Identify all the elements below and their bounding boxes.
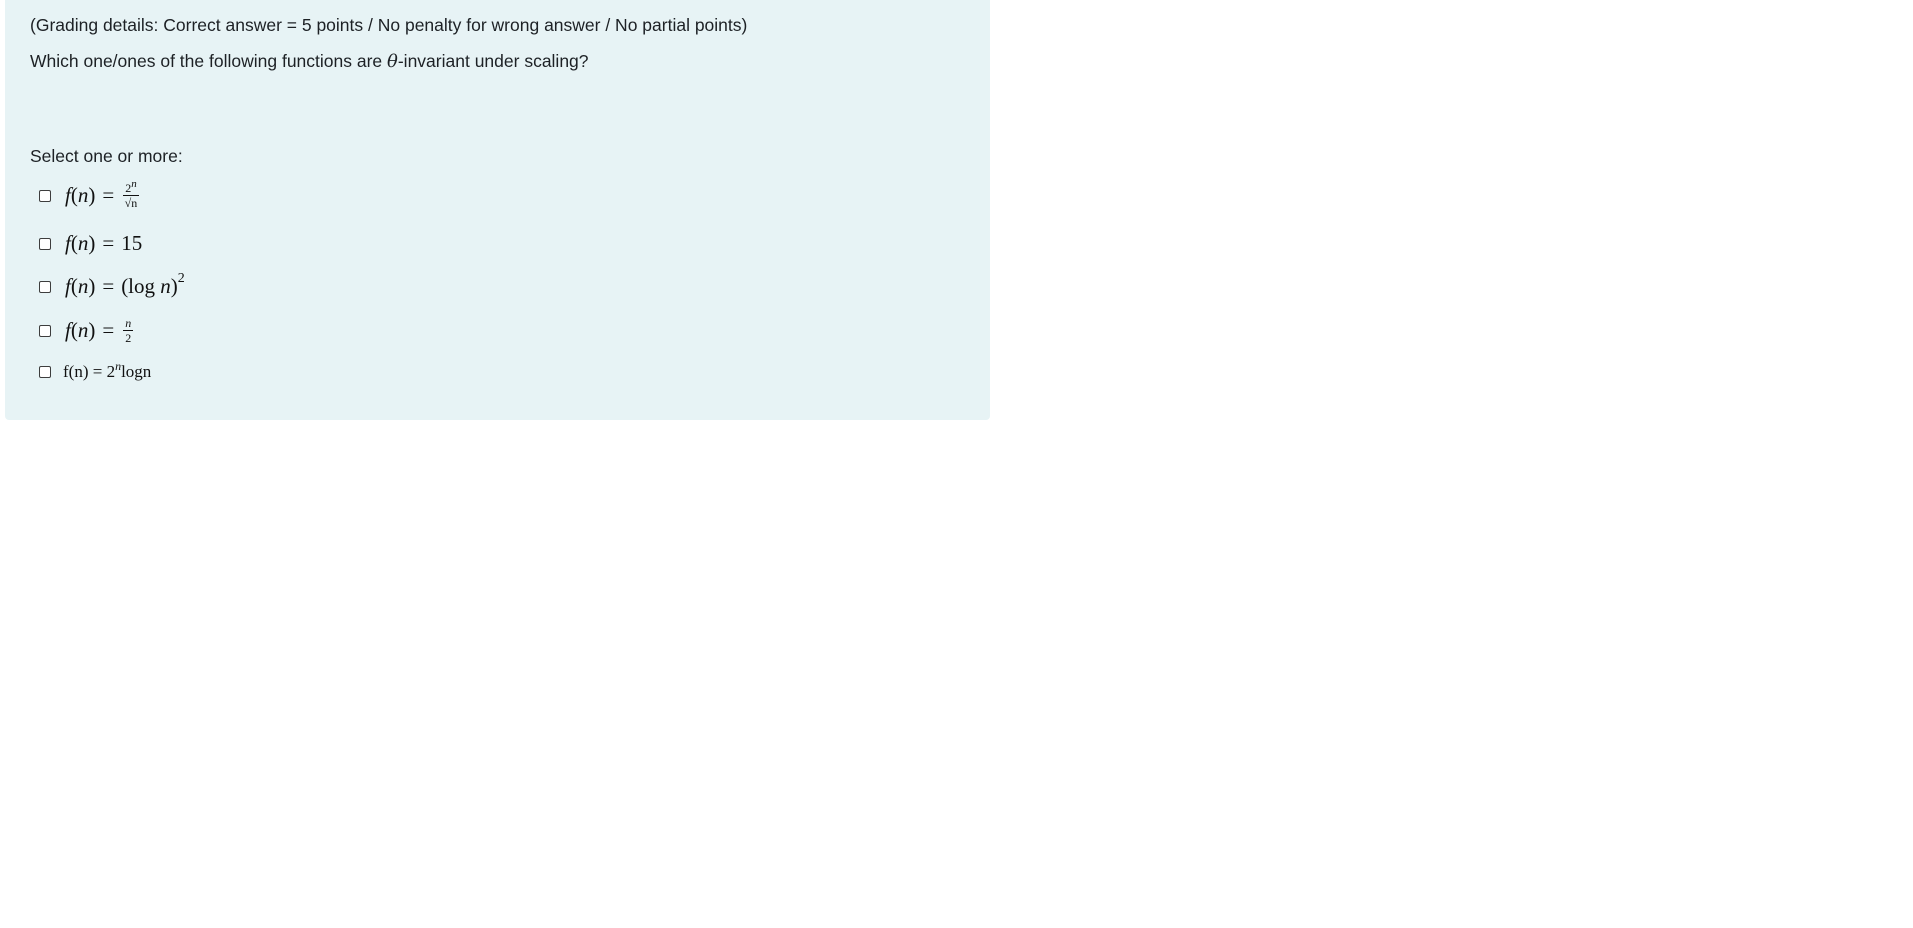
option-5-rest: logn [121,362,152,381]
option-3-exp: 2 [177,270,185,286]
option-3-arg: n [77,274,89,298]
option-1-den: √n [124,196,138,210]
option-5-exp: n [115,359,122,373]
option-3-close: ) [170,274,178,298]
option-3-fn: f [65,274,71,298]
option-2-fn: f [65,231,71,255]
checkbox-icon[interactable] [39,280,51,293]
option-5-lead: f(n) = 2 [63,362,116,381]
option-1[interactable]: f(n) = 2n √n [39,178,139,210]
option-4-den: 2 [125,331,132,345]
option-4[interactable]: f(n) = n 2 [39,316,134,345]
question-text-before: Which one/ones of the following function… [30,51,388,71]
option-1-formula: f(n) = 2n √n [65,178,139,210]
option-4-num: n [123,316,134,331]
grading-details: (Grading details: Correct answer = 5 poi… [30,15,748,35]
checkbox-icon[interactable] [39,189,51,202]
checkbox-icon[interactable] [39,324,51,337]
option-1-num-exp: n [131,178,137,190]
option-4-fraction: n 2 [123,316,134,345]
checkbox-icon[interactable] [39,366,51,378]
option-4-eq: = [102,318,115,342]
option-3-open: (log [121,274,161,298]
option-4-arg: n [77,318,89,342]
checkbox-icon[interactable] [39,237,51,250]
option-1-fraction: 2n √n [123,179,139,210]
option-3-formula: f(n) = (log n) 2 [65,270,185,299]
question-text: Which one/ones of the following function… [30,49,589,74]
option-2-eq: = [102,231,115,255]
option-3[interactable]: f(n) = (log n) 2 [39,270,185,299]
question-text-after: -invariant under scaling? [397,51,589,71]
option-4-fn: f [65,318,71,342]
option-2[interactable]: f(n) = 15 [39,231,142,256]
option-4-formula: f(n) = n 2 [65,316,134,345]
option-1-arg: n [77,183,89,207]
option-2-value: 15 [121,231,143,255]
option-3-var: n [160,274,171,298]
select-prompt: Select one or more: [30,146,183,166]
option-1-fn: f [65,183,71,207]
option-1-eq: = [102,183,115,207]
option-2-arg: n [77,231,89,255]
option-2-formula: f(n) = 15 [65,231,143,255]
option-5[interactable]: f(n) = 2nlogn [39,359,152,382]
theta-symbol: θ [387,51,398,72]
question-panel: (Grading details: Correct answer = 5 poi… [5,0,990,420]
option-3-eq: = [102,274,115,298]
option-5-formula: f(n) = 2nlogn [63,359,152,382]
